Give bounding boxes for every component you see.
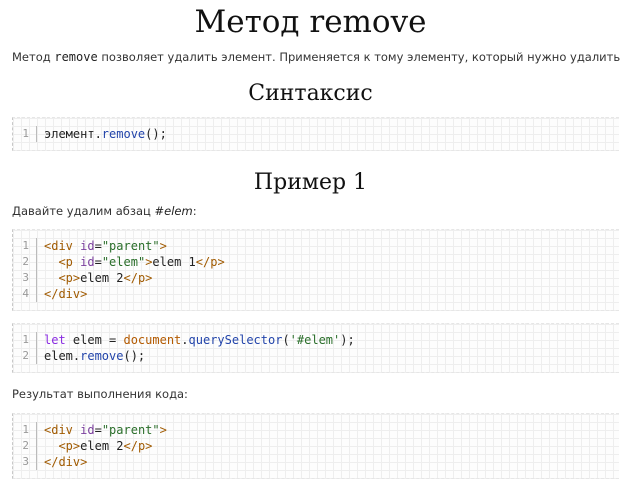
- page-title: Метод remove: [194, 4, 427, 40]
- code-line: 4 </div>: [13, 286, 619, 302]
- line-number: 2: [13, 438, 37, 454]
- example-text-after: :: [192, 204, 197, 218]
- code-line: 2 elem.remove();: [13, 348, 619, 364]
- code-token: =: [94, 255, 102, 269]
- code-token: elem =: [65, 333, 124, 347]
- code-token: =: [94, 239, 102, 253]
- code-token: </p>: [195, 255, 225, 269]
- code-token: id: [80, 255, 95, 269]
- code-line: 1 элемент.remove();: [13, 126, 619, 142]
- line-number: 4: [13, 286, 37, 302]
- code-line: 1 <div id="parent">: [13, 238, 619, 254]
- result-label: Результат выполнения кода:: [12, 387, 188, 401]
- intro-text-before: Метод: [12, 50, 55, 64]
- code-token: <p>: [58, 439, 81, 453]
- example-description: Давайте удалим абзац #elem:: [12, 203, 197, 219]
- code-token: <p>: [58, 271, 81, 285]
- code-token: элемент.: [44, 127, 102, 141]
- code-source: </div>: [37, 286, 87, 302]
- code-token: </div>: [44, 455, 88, 469]
- code-token: querySelector: [188, 333, 283, 347]
- line-number: 1: [13, 238, 37, 254]
- code-source: <div id="parent">: [37, 422, 167, 438]
- code-token: "parent": [101, 239, 160, 253]
- syntax-heading: Синтаксис: [248, 81, 373, 106]
- code-block-result: 1 <div id="parent"> 2 <p>elem 2</p> 3 </div>: [12, 413, 619, 479]
- line-number: 2: [13, 254, 37, 270]
- line-number: 1: [13, 422, 37, 438]
- code-token: ();: [145, 127, 167, 141]
- code-block-js-example: 1 let elem = document.querySelector('#ele…: [12, 323, 619, 373]
- code-token: id: [80, 239, 95, 253]
- code-token: let: [44, 333, 66, 347]
- code-source: </div>: [37, 454, 87, 470]
- code-token: <div: [44, 423, 73, 437]
- code-token: remove: [80, 349, 124, 363]
- code-token: ();: [123, 349, 146, 363]
- code-token: elem.: [44, 349, 81, 363]
- code-token: =: [94, 423, 102, 437]
- code-line: 3 <p>elem 2</p>: [13, 270, 619, 286]
- code-line: 2 <p>elem 2</p>: [13, 438, 619, 454]
- code-token: >: [159, 423, 167, 437]
- example-text-before: Давайте удалим абзац: [12, 204, 155, 218]
- code-token: elem 2: [80, 271, 124, 285]
- code-source: elem.remove();: [37, 348, 145, 364]
- code-token: elem 1: [152, 255, 196, 269]
- code-token: id: [80, 423, 95, 437]
- code-token: "elem": [101, 255, 146, 269]
- code-source: let elem = document.querySelector('#elem…: [37, 332, 355, 348]
- line-number: 1: [13, 126, 37, 142]
- code-token: <div: [44, 239, 73, 253]
- code-source: <p>elem 2</p>: [37, 438, 152, 454]
- code-block-html-example: 1 <div id="parent"> 2 <p id="elem">elem 1<…: [12, 229, 619, 311]
- code-token: >: [159, 239, 167, 253]
- code-source: <div id="parent">: [37, 238, 167, 254]
- code-line: 2 <p id="elem">elem 1</p>: [13, 254, 619, 270]
- code-token: document: [123, 333, 182, 347]
- code-token: .: [181, 333, 189, 347]
- code-block-syntax: 1 элемент.remove();: [12, 117, 619, 151]
- intro-paragraph: Метод remove позволяет удалить элемент. …: [12, 49, 621, 65]
- code-line: 3 </div>: [13, 454, 619, 470]
- code-token: </p>: [123, 271, 153, 285]
- intro-text-after: позволяет удалить элемент. Применяется к…: [97, 50, 621, 64]
- code-token: "parent": [101, 423, 160, 437]
- code-line: 1 let elem = document.querySelector('#ele…: [13, 332, 619, 348]
- code-token: '#elem': [289, 333, 341, 347]
- code-token: );: [340, 333, 355, 347]
- line-number: 2: [13, 348, 37, 364]
- code-source: элемент.remove();: [37, 126, 167, 142]
- code-token: remove: [101, 127, 146, 141]
- line-number: 3: [13, 270, 37, 286]
- code-token: (: [282, 333, 290, 347]
- line-number: 3: [13, 454, 37, 470]
- code-token: </div>: [44, 287, 88, 301]
- article-page: Метод remove Метод remove позволяет удал…: [0, 0, 621, 479]
- example-heading: Пример 1: [253, 170, 368, 195]
- code-token: </p>: [123, 439, 153, 453]
- code-source: <p id="elem">elem 1</p>: [37, 254, 225, 270]
- code-line: 1 <div id="parent">: [13, 422, 619, 438]
- code-token: <p: [58, 255, 73, 269]
- line-number: 1: [13, 332, 37, 348]
- code-source: <p>elem 2</p>: [37, 270, 152, 286]
- intro-method-name: remove: [54, 50, 98, 64]
- example-selector: #elem: [154, 204, 193, 218]
- code-token: elem 2: [80, 439, 124, 453]
